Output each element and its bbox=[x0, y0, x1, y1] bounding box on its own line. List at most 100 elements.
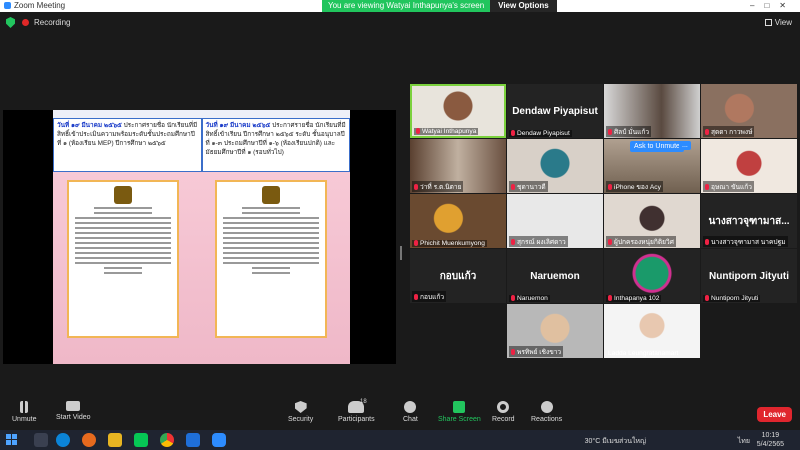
line-app-icon[interactable] bbox=[134, 433, 148, 447]
security-button[interactable]: Security bbox=[288, 401, 313, 423]
participant-name: ผู้ปกครองหนุ่ยกิติยวิศ bbox=[606, 236, 676, 247]
participant-name: ชุดานาวดี bbox=[509, 181, 548, 192]
unmute-label: Unmute bbox=[12, 416, 37, 423]
muted-mic-icon bbox=[705, 184, 709, 190]
chat-bubble-icon bbox=[404, 401, 417, 413]
muted-mic-icon bbox=[608, 295, 612, 301]
ask-to-unmute-button[interactable]: Ask to Unmute bbox=[630, 141, 684, 152]
shield-icon[interactable] bbox=[6, 17, 15, 28]
participant-name: Nuntiporn Jityuti bbox=[703, 295, 761, 302]
clock-time: 10:19 bbox=[761, 432, 780, 439]
participant-grid: Watyai Inthapunya Dendaw Piyapisut Denda… bbox=[410, 84, 800, 364]
recording-label: Recording bbox=[34, 18, 71, 27]
participant-name: Naruemon bbox=[509, 295, 550, 302]
video-off-icon bbox=[66, 401, 81, 411]
announcement-left: วันที่ ๑๙ มีนาคม ๒๕๖๕ ประกาศรายชื่อ นักเ… bbox=[53, 118, 202, 172]
participant-name: ว่าที่ ร.ต.นิตาย bbox=[412, 181, 464, 192]
view-button[interactable]: View bbox=[764, 12, 792, 34]
file-explorer-icon[interactable] bbox=[108, 433, 122, 447]
participant-tile[interactable]: Watyai Inthapunya bbox=[410, 84, 506, 138]
meeting-toolbar: Unmute Start Video Security 18 Participa… bbox=[0, 398, 800, 430]
participant-name: นางสาวจุฑามาส นาคปฐม bbox=[703, 236, 788, 247]
input-language[interactable]: ไทย bbox=[738, 436, 750, 447]
reactions-button[interactable]: Reactions bbox=[531, 401, 562, 423]
announcement-row: วันที่ ๑๙ มีนาคม ๒๕๖๕ ประกาศรายชื่อ นักเ… bbox=[53, 118, 350, 172]
meeting-topbar: Recording View bbox=[0, 12, 800, 34]
record-icon bbox=[497, 401, 510, 413]
muted-mic-icon bbox=[608, 239, 612, 245]
participant-tile[interactable]: Inthapanya 102 bbox=[604, 249, 700, 303]
muted-mic-icon bbox=[511, 295, 515, 301]
start-video-label: Start Video bbox=[56, 414, 91, 421]
participant-tile[interactable]: พรทิพย์ เชิงขาว bbox=[507, 304, 603, 358]
muted-mic-icon bbox=[416, 128, 420, 134]
participant-tile[interactable]: ศิลป์ มั่นแก้ว bbox=[604, 84, 700, 138]
muted-mic-icon bbox=[414, 294, 418, 300]
participants-label: Participants bbox=[338, 416, 375, 423]
participant-tile[interactable]: Ladda Leungratanamart bbox=[604, 304, 700, 358]
start-video-button[interactable]: Start Video bbox=[56, 401, 91, 421]
shared-slide: วันที่ ๑๙ มีนาคม ๒๕๖๕ ประกาศรายชื่อ นักเ… bbox=[53, 110, 350, 364]
participant-tile[interactable]: Nuntiporn Jityuti Nuntiporn Jityuti bbox=[701, 249, 797, 303]
share-screen-button[interactable]: Share Screen bbox=[438, 401, 481, 423]
slide-header-strip bbox=[53, 110, 350, 118]
recording-dot-icon bbox=[22, 19, 29, 26]
participant-tile[interactable]: Phichit Muenkumyong bbox=[410, 194, 506, 248]
muted-mic-icon bbox=[705, 239, 709, 245]
participant-name: สุกรณ์ ผงเลิศดาว bbox=[509, 236, 568, 247]
weather-widget[interactable]: 30°C มีเมฆส่วนใหญ่ bbox=[585, 436, 646, 447]
announcement-right-date: วันที่ ๑๙ มีนาคม ๒๕๖๕ bbox=[205, 122, 271, 129]
muted-mic-icon bbox=[20, 401, 29, 413]
unmute-button[interactable]: Unmute bbox=[12, 401, 37, 423]
windows-start-icon[interactable] bbox=[6, 434, 17, 445]
record-button[interactable]: Record bbox=[492, 401, 515, 423]
share-banner: You are viewing Watyai Inthapunya's scre… bbox=[322, 0, 557, 12]
reactions-label: Reactions bbox=[531, 416, 563, 423]
zoom-icon[interactable] bbox=[212, 433, 226, 447]
participant-tile[interactable]: Dendaw Piyapisut Dendaw Piyapisut bbox=[507, 84, 603, 138]
muted-mic-icon bbox=[511, 130, 515, 136]
window-controls[interactable]: –□✕ bbox=[750, 0, 796, 12]
document-right bbox=[215, 180, 327, 338]
splitter-handle[interactable] bbox=[400, 246, 402, 260]
slide-body bbox=[53, 172, 350, 364]
shared-screen[interactable]: วันที่ ๑๙ มีนาคม ๒๕๖๕ ประกาศรายชื่อ นักเ… bbox=[3, 110, 396, 364]
muted-mic-icon bbox=[414, 184, 418, 190]
view-options-button[interactable]: View Options bbox=[490, 0, 557, 12]
muted-mic-icon bbox=[705, 129, 709, 135]
security-label: Security bbox=[288, 416, 314, 423]
share-screen-icon bbox=[453, 401, 466, 413]
participant-tile[interactable]: สุดดา กาวพงษ์ bbox=[701, 84, 797, 138]
participant-tile[interactable]: นางสาวจุฑามาส... นางสาวจุฑามาส นาคปฐม bbox=[701, 194, 797, 248]
document-left bbox=[67, 180, 179, 338]
muted-mic-icon bbox=[511, 184, 515, 190]
participant-tile[interactable]: Naruemon Naruemon bbox=[507, 249, 603, 303]
participant-tile[interactable]: ชุดานาวดี bbox=[507, 139, 603, 193]
edge-browser-icon[interactable] bbox=[56, 433, 70, 447]
clock-date: 5/4/2565 bbox=[756, 441, 784, 448]
chrome-icon[interactable] bbox=[160, 433, 174, 447]
zoom-logo-icon bbox=[4, 2, 11, 9]
garuda-emblem-icon bbox=[262, 186, 280, 204]
firefox-icon[interactable] bbox=[82, 433, 96, 447]
participant-name: Phichit Muenkumyong bbox=[412, 240, 487, 247]
participant-tile[interactable]: ผู้ปกครองหนุ่ยกิติยวิศ bbox=[604, 194, 700, 248]
participants-button[interactable]: 18 Participants bbox=[338, 399, 375, 423]
clock[interactable]: 10:19 5/4/2565 bbox=[757, 431, 784, 449]
view-label: View bbox=[774, 18, 792, 27]
participants-count: 18 bbox=[360, 399, 367, 405]
task-view-icon[interactable] bbox=[34, 433, 48, 447]
chat-button[interactable]: Chat bbox=[403, 401, 418, 423]
announcement-left-date: วันที่ ๑๙ มีนาคม ๒๕๖๕ bbox=[57, 122, 122, 129]
leave-button[interactable]: Leave bbox=[757, 407, 792, 422]
participant-name: อุษณา ขันแก้ว bbox=[703, 181, 754, 192]
grid-icon bbox=[764, 19, 772, 26]
word-icon[interactable] bbox=[186, 433, 200, 447]
garuda-emblem-icon bbox=[114, 186, 132, 204]
participant-tile[interactable]: ว่าที่ ร.ต.นิตาย bbox=[410, 139, 506, 193]
participant-tile[interactable]: กอบแก้ว กอบแก้ว bbox=[410, 249, 506, 303]
more-options-button[interactable]: ... bbox=[679, 141, 691, 150]
participant-tile[interactable]: อุษณา ขันแก้ว bbox=[701, 139, 797, 193]
announcement-right: วันที่ ๑๙ มีนาคม ๒๕๖๕ ประกาศรายชื่อ นักเ… bbox=[201, 118, 350, 172]
participant-tile[interactable]: สุกรณ์ ผงเลิศดาว bbox=[507, 194, 603, 248]
